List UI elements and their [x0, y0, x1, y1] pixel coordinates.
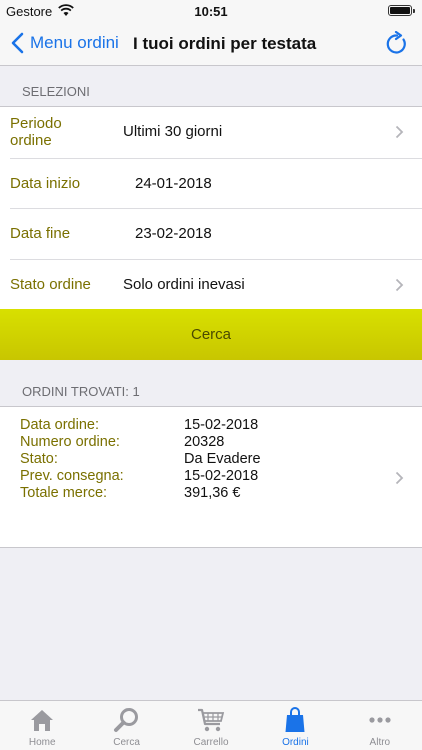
tab-home-label: Home — [28, 737, 56, 748]
search-icon — [113, 708, 138, 732]
navigation-bar: Menu ordini I tuoi ordini per testata — [0, 22, 422, 66]
status-bar: Gestore 10:51 — [0, 0, 422, 22]
back-button[interactable]: Menu ordini — [10, 32, 119, 54]
order-status-label: Stato ordine — [10, 275, 91, 293]
start-date-label: Data inizio — [10, 174, 81, 192]
chevron-right-icon — [395, 471, 404, 485]
selections-header: SELEZIONI — [22, 84, 90, 99]
end-date-row[interactable]: Data fine 23-02-2018 — [0, 208, 422, 260]
refresh-icon[interactable] — [384, 31, 410, 57]
selections-group: Periodo ordine Ultimi 30 giorni Data ini… — [0, 106, 422, 309]
order-status-value: Solo ordini inevasi — [123, 275, 245, 293]
more-icon — [369, 717, 391, 723]
end-date-label: Data fine — [10, 225, 71, 242]
home-icon — [31, 710, 54, 731]
tab-orders-label: Ordini — [282, 737, 309, 748]
tab-orders[interactable]: Ordini — [253, 701, 337, 750]
order-date-value: 15-02-2018 — [184, 417, 259, 433]
results-header: ORDINI TROVATI: 1 — [22, 384, 140, 399]
search-button[interactable]: Cerca — [0, 309, 422, 360]
period-row[interactable]: Periodo ordine Ultimi 30 giorni — [0, 107, 422, 159]
delivery-date-line: Prev. consegna: 15-02-2018 — [20, 468, 400, 485]
total-value: 391,36 € — [184, 485, 241, 501]
tab-more-label: Altro — [369, 737, 391, 748]
order-number-label: Numero ordine: — [20, 434, 120, 450]
period-value: Ultimi 30 giorni — [123, 123, 223, 140]
start-date-value: 24-01-2018 — [135, 174, 212, 192]
order-state-value: Da Evadere — [184, 451, 261, 467]
total-line: Totale merce: 391,36 € — [20, 485, 400, 502]
delivery-date-value: 15-02-2018 — [184, 468, 259, 484]
order-number-value: 20328 — [184, 434, 225, 450]
tab-cart-label: Carrello — [193, 737, 229, 748]
tab-home[interactable]: Home — [0, 701, 84, 750]
order-state-label: Stato: — [20, 451, 58, 467]
order-date-label: Data ordine: — [20, 417, 99, 433]
bag-icon — [285, 707, 305, 732]
cart-icon — [198, 708, 225, 732]
total-label: Totale merce: — [20, 485, 108, 501]
chevron-right-icon — [395, 125, 404, 139]
order-number-line: Numero ordine: 20328 — [20, 434, 400, 451]
tab-bar: Home Cerca Carrello Ordini Altro — [0, 700, 422, 750]
tab-search[interactable]: Cerca — [84, 701, 168, 750]
order-status-row[interactable]: Stato ordine Solo ordini inevasi — [0, 259, 422, 310]
delivery-date-label: Prev. consegna: — [20, 468, 124, 484]
order-date-line: Data ordine: 15-02-2018 — [20, 417, 400, 434]
order-card[interactable]: Data ordine: 15-02-2018 Numero ordine: 2… — [0, 406, 422, 548]
order-status-line: Stato: Da Evadere — [20, 451, 400, 468]
tab-more[interactable]: Altro — [338, 701, 422, 750]
start-date-row[interactable]: Data inizio 24-01-2018 — [0, 158, 422, 209]
clock: 10:51 — [194, 4, 228, 19]
tab-cart[interactable]: Carrello — [169, 701, 253, 750]
tab-search-label: Cerca — [113, 737, 140, 748]
battery-icon — [388, 5, 415, 16]
chevron-right-icon — [395, 278, 404, 291]
page-title: I tuoi ordini per testata — [133, 34, 317, 53]
back-button-label: Menu ordini — [30, 33, 119, 52]
end-date-value: 23-02-2018 — [135, 225, 212, 242]
chevron-left-icon — [11, 32, 24, 54]
period-label: Periodo ordine — [10, 115, 62, 149]
